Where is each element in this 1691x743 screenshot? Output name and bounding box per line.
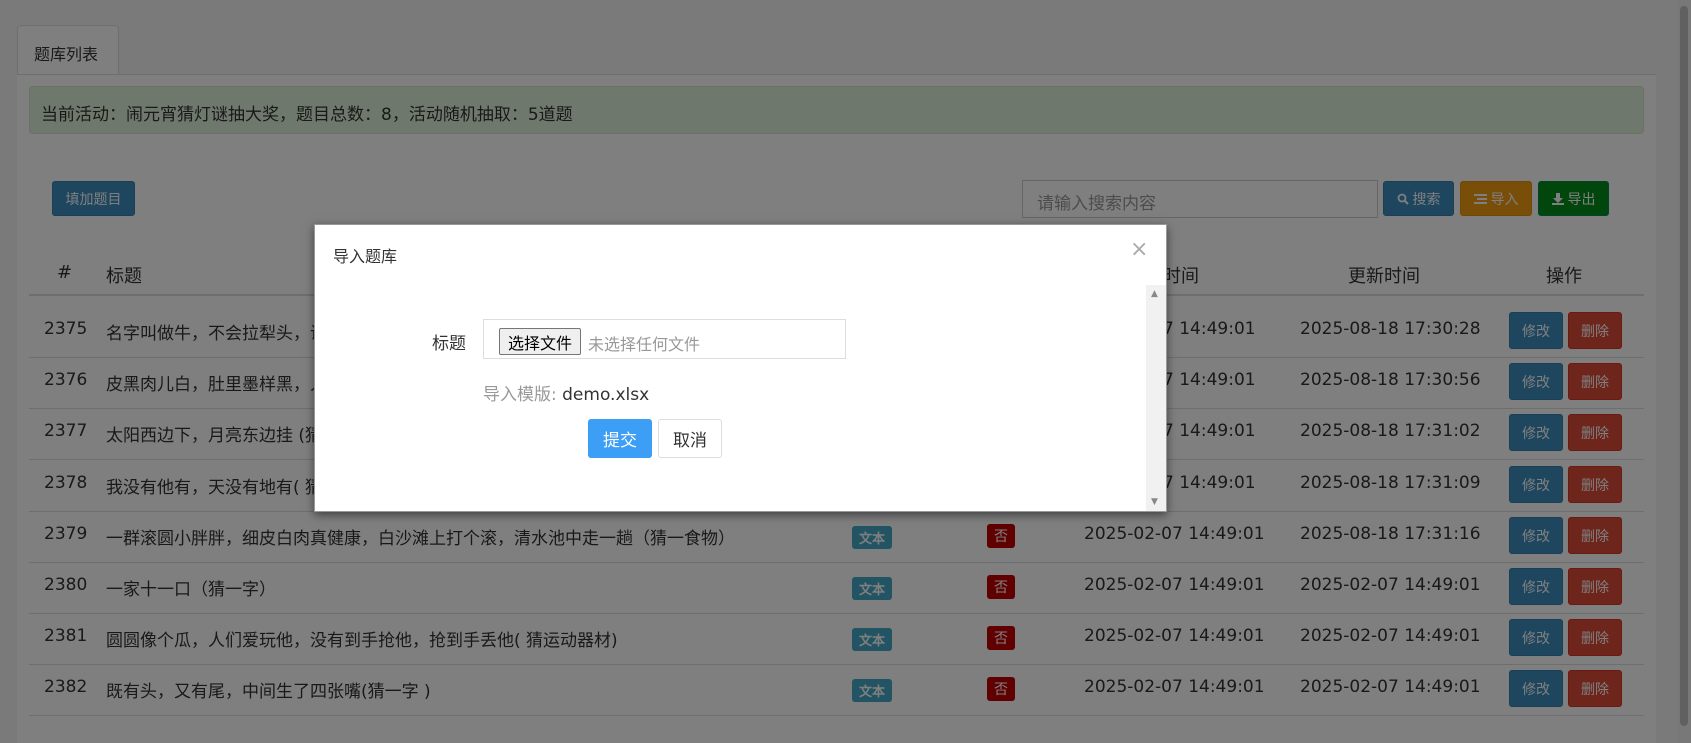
file-status: 未选择任何文件 bbox=[588, 335, 701, 354]
title-field-label: 标题 bbox=[432, 334, 466, 354]
dialog-scrollbar[interactable]: ▲ ▼ bbox=[1146, 285, 1166, 511]
template-info: 导入模版: demo.xlsx bbox=[483, 380, 649, 405]
submit-button[interactable]: 提交 bbox=[588, 419, 652, 458]
dialog-title: 导入题库 bbox=[333, 247, 398, 266]
template-download-link[interactable]: demo.xlsx bbox=[562, 385, 649, 405]
template-label: 导入模版: bbox=[483, 385, 557, 405]
import-dialog: 导入题库 × ▲ ▼ 标题 选择文件 未选择任何文件 导入模版: demo.xl… bbox=[314, 224, 1167, 512]
scroll-up-icon[interactable]: ▲ bbox=[1151, 289, 1158, 299]
choose-file-button[interactable]: 选择文件 bbox=[499, 328, 582, 355]
cancel-button[interactable]: 取消 bbox=[658, 419, 722, 458]
scroll-down-icon[interactable]: ▼ bbox=[1151, 497, 1158, 507]
close-icon[interactable]: × bbox=[1130, 237, 1148, 262]
file-input[interactable]: 选择文件 未选择任何文件 bbox=[483, 319, 846, 359]
